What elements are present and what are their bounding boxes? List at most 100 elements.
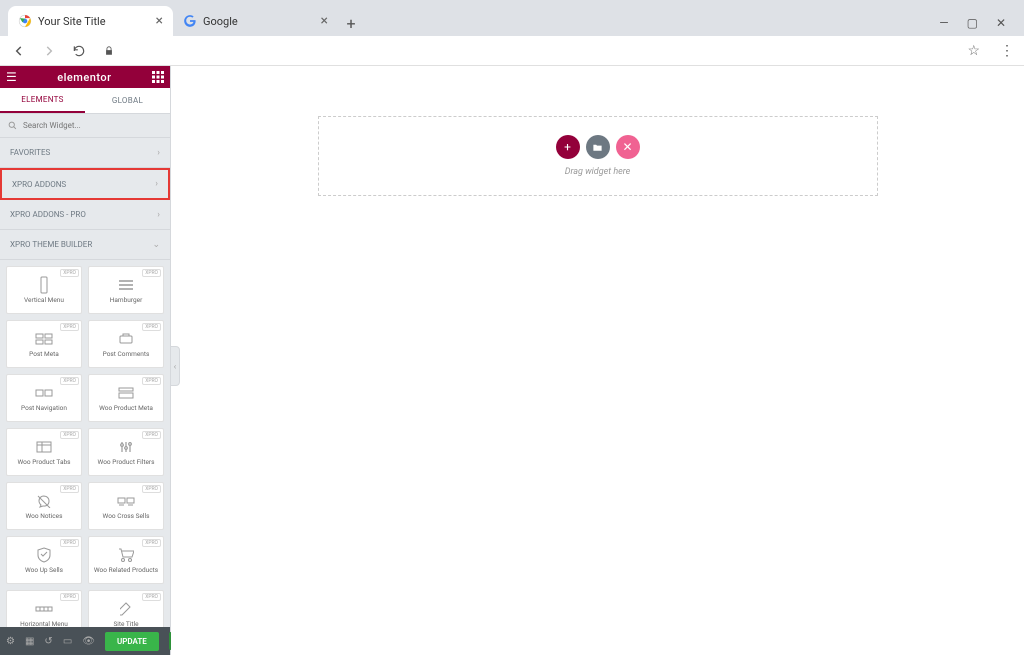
widget-icon — [36, 438, 52, 456]
category-label: FAVORITES — [10, 148, 50, 157]
close-section-button[interactable]: ✕ — [616, 135, 640, 159]
editor-canvas[interactable]: ‹ + ✕ Drag widget here — [171, 66, 1024, 655]
widget-badge: XPRO — [60, 323, 79, 331]
widget-badge: XPRO — [142, 323, 161, 331]
chrome-icon — [18, 14, 32, 28]
browser-menu-icon[interactable]: ⋮ — [1000, 43, 1014, 59]
elementor-panel: ☰ elementor ELEMENTS GLOBAL FAVORITES › … — [0, 66, 171, 655]
lock-icon[interactable] — [104, 46, 114, 56]
widget-icon — [36, 492, 52, 510]
chevron-right-icon: › — [157, 148, 160, 158]
widget-icon — [35, 384, 53, 402]
widget-icon — [37, 546, 51, 564]
widget-icon — [117, 492, 135, 510]
tab-title: Google — [203, 15, 238, 28]
widget-item[interactable]: XPROWoo Related Products — [88, 536, 164, 584]
widget-item[interactable]: XPROPost Navigation — [6, 374, 82, 422]
widget-badge: XPRO — [60, 377, 79, 385]
chevron-down-icon: ⌄ — [152, 240, 160, 250]
new-tab-button[interactable]: + — [338, 10, 364, 36]
google-icon — [183, 14, 197, 28]
widget-item[interactable]: XPRO Woo Product Meta — [88, 374, 164, 422]
close-icon[interactable]: × — [321, 13, 328, 29]
category-xpro-theme-builder[interactable]: XPRO THEME BUILDER ⌄ — [0, 230, 170, 260]
apps-grid-icon[interactable] — [152, 71, 164, 83]
navigator-icon[interactable]: ▦ — [25, 636, 34, 647]
widget-item[interactable]: XPROVertical Menu — [6, 266, 82, 314]
widget-label: Woo Up Sells — [25, 567, 63, 574]
widget-label: Hamburger — [110, 297, 143, 304]
widget-badge: XPRO — [60, 539, 79, 547]
widget-badge: XPRO — [142, 485, 161, 493]
widget-item[interactable]: XPRO Woo Product Filters — [88, 428, 164, 476]
widget-icon — [37, 276, 51, 294]
preview-icon[interactable]: 👁 — [82, 636, 95, 647]
forward-button[interactable] — [40, 42, 58, 60]
category-xpro-addons-pro[interactable]: XPRO ADDONS - PRO › — [0, 200, 170, 230]
widget-item[interactable]: XPRO Post Meta — [6, 320, 82, 368]
browser-tab-active[interactable]: Your Site Title × — [8, 6, 173, 36]
add-section-button[interactable]: + — [556, 135, 580, 159]
elementor-logo: elementor — [57, 71, 111, 84]
widget-item[interactable]: XPRO Woo Cross Sells — [88, 482, 164, 530]
widget-icon — [118, 276, 134, 294]
widget-item[interactable]: XPROWoo Product Tabs — [6, 428, 82, 476]
widget-item[interactable]: XPROHorizontal Menu — [6, 590, 82, 627]
widget-item[interactable]: XPROSite Title — [88, 590, 164, 627]
widget-icon — [118, 384, 134, 402]
widget-icon — [35, 600, 53, 618]
update-label: UPDATE — [117, 637, 147, 646]
maximize-button[interactable]: ▢ — [967, 16, 978, 30]
widget-icon — [119, 438, 133, 456]
category-favorites[interactable]: FAVORITES › — [0, 138, 170, 168]
back-button[interactable] — [10, 42, 28, 60]
close-window-button[interactable]: ✕ — [996, 16, 1006, 30]
widget-badge: XPRO — [142, 269, 161, 277]
drop-actions: + ✕ — [556, 135, 640, 159]
widget-icon — [120, 600, 132, 618]
widget-item[interactable]: XPRO Post Comments — [88, 320, 164, 368]
drop-hint: Drag widget here — [565, 167, 631, 177]
widgets-grid: XPROVertical Menu XPRO Hamburger XPRO Post M… — [0, 260, 170, 627]
tab-elements[interactable]: ELEMENTS — [0, 88, 85, 113]
widget-item[interactable]: XPRO Woo Up Sells — [6, 536, 82, 584]
panel-header: ☰ elementor — [0, 66, 170, 88]
widget-label: Woo Related Products — [94, 567, 158, 574]
add-template-button[interactable] — [586, 135, 610, 159]
category-label: XPRO THEME BUILDER — [10, 240, 92, 249]
widget-label: Post Comments — [103, 351, 150, 358]
category-label: XPRO ADDONS - PRO — [10, 210, 86, 219]
hamburger-icon[interactable]: ☰ — [6, 70, 17, 84]
widget-item[interactable]: XPRO Hamburger — [88, 266, 164, 314]
window-controls: — ▢ ✕ — [939, 16, 1016, 36]
chevron-right-icon: › — [155, 179, 158, 189]
update-button[interactable]: UPDATE — [105, 632, 159, 651]
responsive-icon[interactable]: ▭ — [63, 636, 72, 647]
search-input[interactable] — [23, 121, 162, 130]
search-icon — [8, 121, 17, 130]
widget-label: Woo Notices — [26, 513, 63, 520]
close-icon[interactable]: × — [156, 13, 163, 29]
minimize-button[interactable]: — — [939, 16, 948, 30]
history-icon[interactable]: ↺ — [44, 636, 52, 647]
widget-label: Woo Cross Sells — [103, 513, 150, 520]
bookmark-icon[interactable]: ☆ — [967, 43, 980, 59]
section-drop-zone[interactable]: + ✕ Drag widget here — [318, 116, 878, 196]
category-xpro-addons[interactable]: XPRO ADDONS › — [0, 168, 170, 200]
widget-icon — [35, 330, 53, 348]
settings-icon[interactable]: ⚙ — [6, 636, 15, 647]
widget-badge: XPRO — [60, 593, 79, 601]
widget-badge: XPRO — [142, 377, 161, 385]
search-widget-box[interactable] — [0, 114, 170, 138]
widget-badge: XPRO — [142, 431, 161, 439]
reload-button[interactable] — [70, 42, 88, 60]
tab-global[interactable]: GLOBAL — [85, 88, 170, 113]
widget-icon — [118, 330, 134, 348]
widget-label: Post Meta — [29, 351, 59, 358]
widget-item[interactable]: XPROWoo Notices — [6, 482, 82, 530]
browser-tab[interactable]: Google × — [173, 6, 338, 36]
widget-label: Woo Product Filters — [98, 459, 155, 466]
chevron-right-icon: › — [157, 210, 160, 220]
panel-collapse-handle[interactable]: ‹ — [170, 346, 180, 386]
widget-label: Woo Product Meta — [99, 405, 153, 412]
